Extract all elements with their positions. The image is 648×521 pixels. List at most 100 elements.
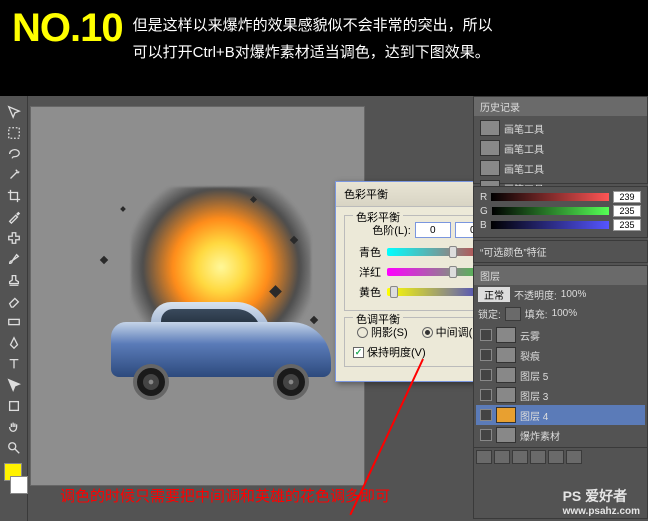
- g-value[interactable]: 235: [613, 205, 641, 217]
- debris-particle: [100, 256, 108, 264]
- mask-icon[interactable]: [494, 450, 510, 464]
- layers-tab-label: 图层: [480, 268, 500, 283]
- composite-artwork: [91, 227, 351, 427]
- new-layer-icon[interactable]: [548, 450, 564, 464]
- cyan-label: 青色: [353, 244, 381, 260]
- layer-list: 云雾 裂痕 图层 5 图层 3 图层 4 爆炸素材: [474, 323, 647, 447]
- blend-mode-select[interactable]: 正常: [478, 287, 510, 302]
- shape-tool-icon[interactable]: [3, 396, 25, 416]
- b-slider-row: B 235: [480, 219, 641, 231]
- yellow-label: 黄色: [353, 284, 381, 300]
- optional-color-panel[interactable]: “可选颜色”特征: [473, 240, 648, 263]
- visibility-icon[interactable]: [480, 349, 492, 361]
- magenta-label: 洋红: [353, 264, 381, 280]
- layer-name: 图层 3: [520, 388, 548, 403]
- header-description: 但是这样以来爆炸的效果感貌似不会非常的突出，所以 可以打开Ctrl+B对爆炸素材…: [133, 8, 636, 66]
- layers-panel-header[interactable]: 图层: [474, 266, 647, 285]
- b-slider[interactable]: [491, 221, 609, 229]
- layer-lock-row: 锁定: 填充: 100%: [474, 304, 647, 323]
- g-label: G: [480, 206, 488, 217]
- zoom-tool-icon[interactable]: [3, 438, 25, 458]
- history-title: 历史记录: [480, 99, 520, 114]
- trash-icon[interactable]: [566, 450, 582, 464]
- marquee-tool-icon[interactable]: [3, 123, 25, 143]
- tutorial-header: NO.10 但是这样以来爆炸的效果感貌似不会非常的突出，所以 可以打开Ctrl+…: [0, 0, 648, 96]
- g-slider[interactable]: [492, 207, 609, 215]
- fieldset-label: 色彩平衡: [353, 209, 403, 225]
- header-line1: 但是这样以来爆炸的效果感貌似不会非常的突出，所以: [133, 12, 636, 39]
- path-tool-icon[interactable]: [3, 375, 25, 395]
- history-item-label: 画笔工具: [504, 121, 544, 136]
- layer-row[interactable]: 裂痕: [476, 345, 645, 365]
- layer-name: 裂痕: [520, 348, 540, 363]
- watermark: PS 爱好者 www.psahz.com: [563, 486, 640, 517]
- visibility-icon[interactable]: [480, 329, 492, 341]
- layer-thumb: [496, 427, 516, 443]
- background-color-swatch[interactable]: [10, 476, 28, 494]
- lock-label: 锁定:: [478, 306, 501, 321]
- fx-icon[interactable]: [476, 450, 492, 464]
- layer-row[interactable]: 云雾: [476, 325, 645, 345]
- visibility-icon[interactable]: [480, 429, 492, 441]
- canvas[interactable]: [30, 106, 365, 486]
- lasso-tool-icon[interactable]: [3, 144, 25, 164]
- layer-row[interactable]: 爆炸素材: [476, 425, 645, 445]
- crop-tool-icon[interactable]: [3, 186, 25, 206]
- gradient-tool-icon[interactable]: [3, 312, 25, 332]
- preserve-lum-label: 保持明度(V): [367, 344, 426, 360]
- wand-tool-icon[interactable]: [3, 165, 25, 185]
- lock-icon[interactable]: [505, 307, 521, 321]
- b-label: B: [480, 220, 487, 231]
- fill-label: 填充:: [525, 306, 548, 321]
- photoshop-workspace: 色彩平衡 ✕ 色彩平衡 色阶(L): 青色 红色: [0, 96, 648, 521]
- front-wheel: [273, 364, 309, 400]
- folder-icon[interactable]: [530, 450, 546, 464]
- visibility-icon[interactable]: [480, 389, 492, 401]
- text-tool-icon[interactable]: [3, 354, 25, 374]
- brush-tool-icon[interactable]: [3, 249, 25, 269]
- layer-thumb: [496, 407, 516, 423]
- visibility-icon[interactable]: [480, 409, 492, 421]
- b-value[interactable]: 235: [613, 219, 641, 231]
- r-value[interactable]: 239: [613, 191, 641, 203]
- layer-blend-row: 正常 不透明度: 100%: [474, 285, 647, 304]
- color-panel: R 239 G 235 B 235: [473, 186, 648, 238]
- layer-name: 云雾: [520, 328, 540, 343]
- r-slider-row: R 239: [480, 191, 641, 203]
- visibility-icon[interactable]: [480, 369, 492, 381]
- history-item[interactable]: 画笔工具: [476, 158, 645, 178]
- layer-thumb: [496, 367, 516, 383]
- annotation-text: 调色的时候只需要把中间调和英雄的花色调多即可: [60, 485, 390, 506]
- right-panels: 历史记录 画笔工具 画笔工具 画笔工具 画笔工具 R239 G235 B235 …: [473, 96, 648, 521]
- eyedropper-tool-icon[interactable]: [3, 207, 25, 227]
- opacity-value[interactable]: 100%: [561, 289, 587, 300]
- hand-tool-icon[interactable]: [3, 417, 25, 437]
- pen-tool-icon[interactable]: [3, 333, 25, 353]
- move-tool-icon[interactable]: [3, 102, 25, 122]
- tools-toolbar: [0, 96, 28, 521]
- history-item[interactable]: 画笔工具: [476, 138, 645, 158]
- eraser-tool-icon[interactable]: [3, 291, 25, 311]
- history-item-label: 画笔工具: [504, 141, 544, 156]
- layer-row[interactable]: 图层 5: [476, 365, 645, 385]
- layer-row[interactable]: 图层 3: [476, 385, 645, 405]
- layers-panel: 图层 正常 不透明度: 100% 锁定: 填充: 100% 云雾 裂痕 图层 5…: [473, 265, 648, 519]
- r-label: R: [480, 192, 487, 203]
- stamp-tool-icon[interactable]: [3, 270, 25, 290]
- layer-row-selected[interactable]: 图层 4: [476, 405, 645, 425]
- layer-name: 图层 5: [520, 368, 548, 383]
- fill-value[interactable]: 100%: [552, 308, 578, 319]
- header-line2: 可以打开Ctrl+B对爆炸素材适当调色，达到下图效果。: [133, 39, 636, 66]
- watermark-main: PS 爱好者: [563, 488, 628, 504]
- level-cyan-red-input[interactable]: [415, 222, 451, 238]
- layer-thumb: [496, 327, 516, 343]
- rear-wheel: [133, 364, 169, 400]
- r-slider[interactable]: [491, 193, 609, 201]
- history-panel-header[interactable]: 历史记录: [474, 97, 647, 116]
- adjustment-icon[interactable]: [512, 450, 528, 464]
- debris-particle: [120, 206, 126, 212]
- heal-tool-icon[interactable]: [3, 228, 25, 248]
- rgb-sliders: R 239 G 235 B 235: [474, 187, 647, 237]
- history-item[interactable]: 画笔工具: [476, 118, 645, 138]
- g-slider-row: G 235: [480, 205, 641, 217]
